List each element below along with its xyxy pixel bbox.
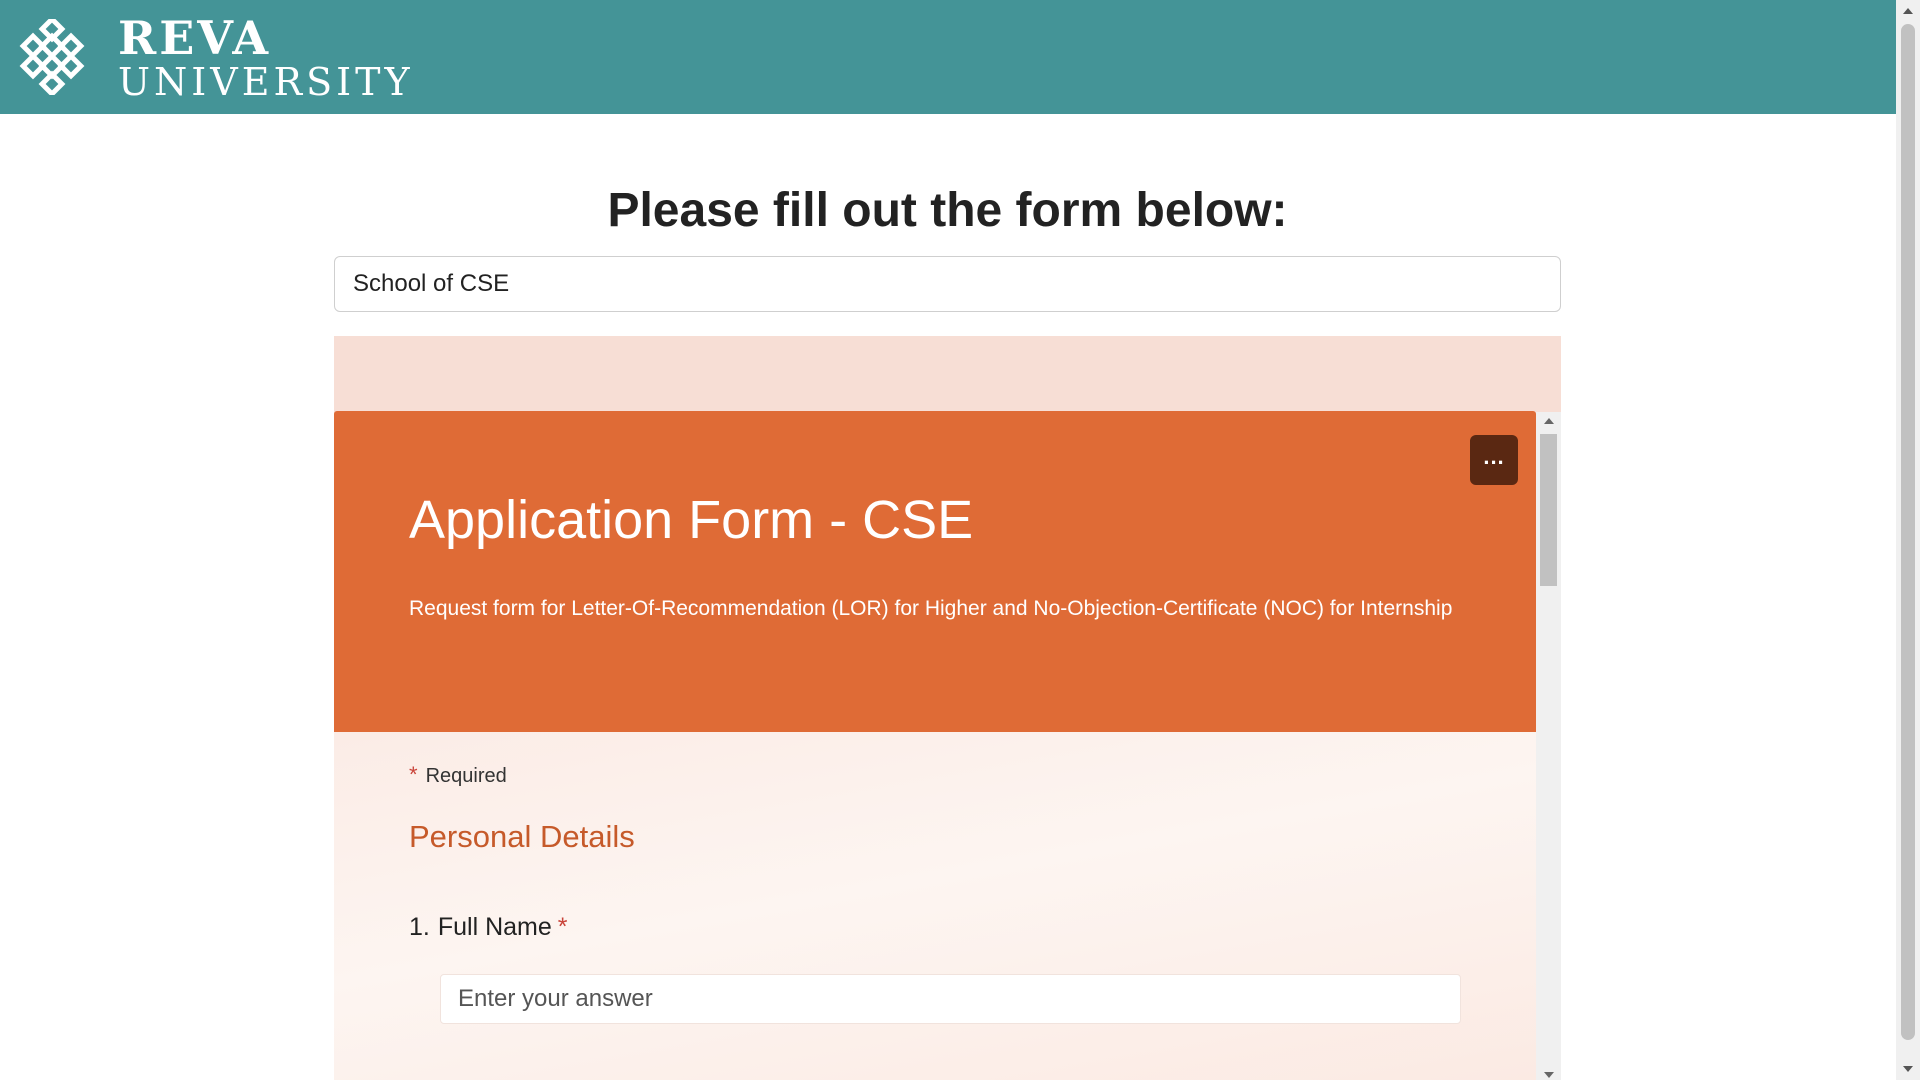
reva-knot-icon[interactable] (16, 15, 90, 98)
scroll-up-icon[interactable] (1903, 8, 1913, 14)
scroll-up-icon[interactable] (1544, 418, 1554, 424)
school-select[interactable]: School of CSE (334, 256, 1561, 312)
logo-line-1: REVA (118, 11, 272, 65)
ellipsis-icon: ... (1483, 444, 1505, 469)
required-star: * (557, 913, 568, 941)
required-label: Required (425, 765, 507, 787)
page-scrollbar-thumb[interactable] (1901, 24, 1915, 1040)
university-logo-text[interactable]: REVA UNIVERSITY (118, 14, 414, 102)
question-number: 1. (409, 913, 430, 941)
full-name-input[interactable] (440, 974, 1461, 1024)
form-description: Request form for Letter-Of-Recommendatio… (409, 597, 1453, 620)
embedded-form-frame: ... Application Form - CSE Request form … (334, 336, 1561, 1080)
form-scrollbar[interactable] (1536, 412, 1561, 1080)
scroll-down-icon[interactable] (1544, 1072, 1554, 1078)
logo-line-2: UNIVERSITY (118, 60, 414, 104)
more-options-button[interactable]: ... (1470, 435, 1518, 485)
question-text: Full Name (437, 913, 552, 941)
form-header-banner: ... Application Form - CSE Request form … (334, 411, 1536, 732)
question-label: 1. Full Name * (409, 913, 568, 942)
form-title: Application Form - CSE (409, 490, 974, 550)
section-title: Personal Details (409, 819, 635, 854)
page-scrollbar[interactable] (1896, 0, 1920, 1080)
top-header: REVA UNIVERSITY (0, 0, 1896, 114)
page-title: Please fill out the form below: (607, 184, 1288, 237)
scroll-down-icon[interactable] (1903, 1066, 1913, 1072)
form-body: * Required Personal Details 1. Full Name * (334, 732, 1536, 1080)
form-scrollbar-thumb[interactable] (1540, 434, 1557, 586)
required-note: * Required (409, 762, 507, 788)
required-star: * (409, 762, 418, 787)
